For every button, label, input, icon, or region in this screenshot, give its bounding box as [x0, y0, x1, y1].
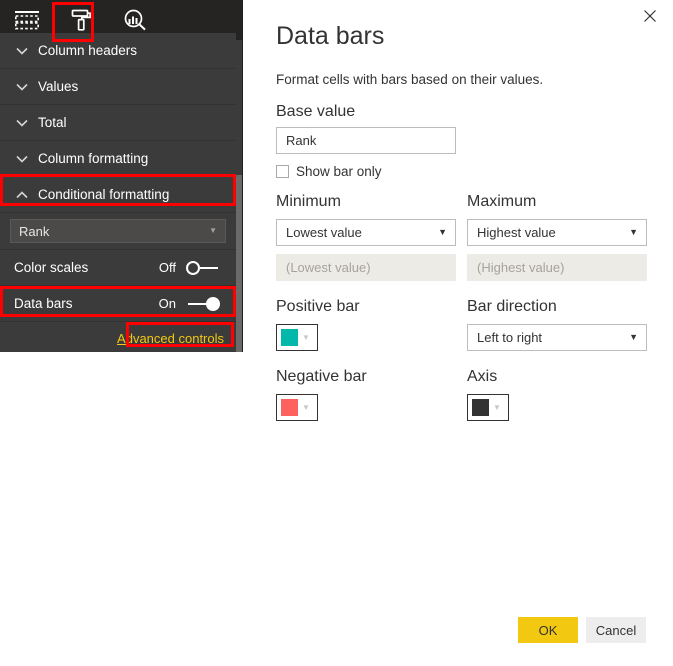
maximum-value-placeholder: (Highest value) [477, 260, 565, 275]
conditional-field-value: Rank [19, 223, 50, 239]
chevron-down-icon [14, 155, 30, 163]
axis-color-picker[interactable]: ▼ [467, 394, 509, 421]
card-label: Column formatting [38, 151, 149, 166]
chevron-down-icon: ▼ [302, 332, 310, 342]
bar-direction-value: Left to right [477, 330, 543, 345]
show-bar-only-label: Show bar only [296, 164, 382, 179]
dialog-title: Data bars [276, 22, 385, 50]
positive-bar-label: Positive bar [276, 298, 360, 315]
conditional-field-select[interactable]: Rank ▼ [10, 219, 226, 243]
minimum-label: Minimum [276, 193, 341, 210]
minimum-value-input[interactable]: (Lowest value) [276, 254, 456, 281]
chevron-down-icon [14, 83, 30, 91]
chevron-down-icon: ▼ [209, 226, 217, 235]
chevron-down-icon [14, 47, 30, 55]
color-scales-label: Color scales [14, 260, 89, 275]
maximum-select-value: Highest value [477, 225, 556, 240]
conditional-field-select-wrap: Rank ▼ [0, 213, 236, 250]
base-value-text: Rank [286, 133, 317, 148]
base-value-input[interactable]: Rank [276, 127, 456, 154]
bar-direction-select[interactable]: Left to right ▼ [467, 324, 647, 351]
toggle-track [200, 266, 218, 269]
minimum-value-placeholder: (Lowest value) [286, 260, 371, 275]
card-label: Conditional formatting [38, 187, 170, 202]
card-label: Total [38, 115, 67, 130]
chevron-down-icon: ▼ [302, 402, 310, 412]
axis-swatch [472, 399, 489, 416]
card-conditional-formatting[interactable]: Conditional formatting [0, 177, 236, 213]
chevron-down-icon: ▼ [629, 227, 638, 237]
analytics-magnifier-icon [124, 9, 146, 31]
advanced-controls-link[interactable]: Advanced controls [117, 331, 224, 346]
negative-bar-color-picker[interactable]: ▼ [276, 394, 318, 421]
card-total[interactable]: Total [0, 105, 236, 141]
toggle-knob [186, 260, 200, 275]
format-pane: Column headers Values Total Column forma… [0, 0, 243, 352]
ok-button[interactable]: OK [518, 617, 578, 643]
data-bars-state: On [158, 296, 176, 311]
color-scales-state: Off [158, 260, 176, 275]
data-bars-toggle[interactable] [186, 296, 222, 312]
data-bars-label: Data bars [14, 296, 73, 311]
positive-bar-color-picker[interactable]: ▼ [276, 324, 318, 351]
paint-roller-icon [71, 9, 91, 31]
positive-bar-swatch [281, 329, 298, 346]
negative-bar-swatch [281, 399, 298, 416]
card-column-headers[interactable]: Column headers [0, 33, 236, 69]
negative-bar-label: Negative bar [276, 368, 367, 385]
base-value-label: Base value [276, 103, 356, 120]
card-label: Column headers [38, 43, 138, 58]
card-values[interactable]: Values [0, 69, 236, 105]
dialog-description: Format cells with bars based on their va… [276, 72, 544, 87]
table-grid-icon [14, 11, 39, 30]
data-bars-dialog: Data bars Format cells with bars based o… [243, 0, 673, 666]
row-data-bars: Data bars On [0, 286, 236, 322]
minimum-select[interactable]: Lowest value ▼ [276, 219, 456, 246]
card-label: Values [38, 79, 79, 94]
toggle-track [188, 302, 208, 305]
color-scales-toggle[interactable] [186, 260, 222, 276]
chevron-down-icon: ▼ [493, 402, 501, 412]
row-color-scales: Color scales Off [0, 250, 236, 286]
show-bar-only-checkbox[interactable] [276, 165, 289, 178]
axis-label: Axis [467, 368, 498, 385]
close-icon [644, 10, 656, 22]
minimum-select-value: Lowest value [286, 225, 362, 240]
chevron-up-icon [14, 190, 30, 199]
chevron-down-icon [14, 119, 30, 127]
chevron-down-icon: ▼ [438, 227, 447, 237]
pane-card-list: Column headers Values Total Column forma… [0, 33, 236, 352]
maximum-select[interactable]: Highest value ▼ [467, 219, 647, 246]
cancel-button[interactable]: Cancel [586, 617, 646, 643]
advanced-controls-row: Advanced controls [0, 322, 236, 352]
toggle-knob [206, 296, 220, 311]
show-bar-only-row[interactable]: Show bar only [276, 164, 382, 179]
dialog-close-button[interactable] [635, 2, 665, 30]
chevron-down-icon: ▼ [629, 332, 638, 342]
bar-direction-label: Bar direction [467, 298, 557, 315]
maximum-label: Maximum [467, 193, 537, 210]
maximum-value-input[interactable]: (Highest value) [467, 254, 647, 281]
card-column-formatting[interactable]: Column formatting [0, 141, 236, 177]
